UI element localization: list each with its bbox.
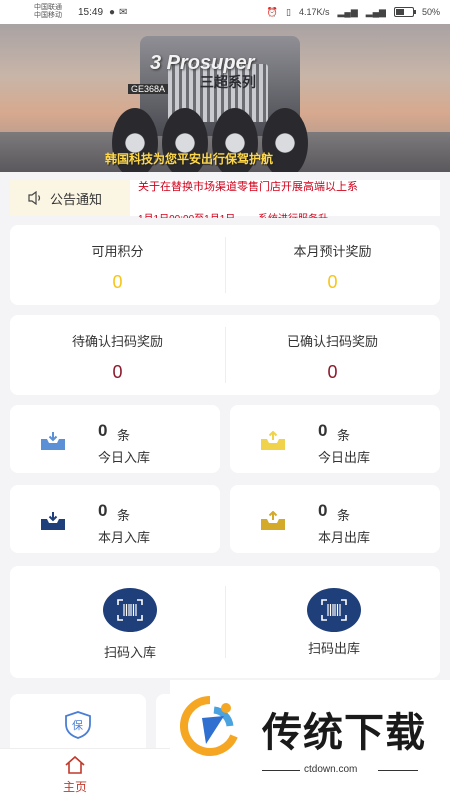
today-out-card[interactable]: 0 条 今日出库: [230, 405, 440, 473]
watermark-url: ctdown.com: [304, 764, 358, 775]
pending-reward[interactable]: 待确认扫码奖励 0: [10, 331, 225, 383]
available-points-label: 可用积分: [91, 244, 144, 259]
month-in-card[interactable]: 0 条 本月入库: [10, 485, 220, 553]
scan-in-label: 扫码入库: [103, 645, 156, 660]
banner-caption: 韩国科技为您平安出行保驾护航: [105, 152, 274, 166]
scan-rewards-card: 待确认扫码奖励 0 已确认扫码奖励 0: [10, 315, 440, 395]
battery-icon: [393, 7, 416, 17]
today-in-label: 今日入库: [98, 450, 151, 465]
month-in-count: 0: [98, 501, 108, 520]
today-out-unit: 条: [337, 428, 351, 443]
barcode-scan-icon: [117, 599, 143, 621]
monthly-reward-value: 0: [327, 272, 338, 292]
tab-home[interactable]: 主页: [50, 755, 100, 795]
status-right: ⏰ ▯ 4.17K/s ▂▄▆ ▂▄▆ 50%: [267, 7, 440, 18]
signal-icon-2: ▂▄▆: [365, 6, 386, 17]
points-card: 可用积分 0 本月预计奖励 0: [10, 225, 440, 305]
pending-reward-label: 待确认扫码奖励: [71, 334, 163, 349]
vibrate-icon: ▯: [286, 6, 291, 17]
alarm-icon: ⏰: [266, 6, 279, 17]
monthly-reward-label: 本月预计奖励: [293, 244, 372, 259]
watermark-title: 传统下载: [262, 711, 426, 755]
promo-banner[interactable]: 3 Prosuper 三超系列 GE368A 韩国科技为您平安出行保驾护航: [0, 24, 450, 172]
battery-level: [395, 9, 404, 15]
monthly-reward[interactable]: 本月预计奖励 0: [225, 241, 440, 293]
status-bar: 中国联通 中国移动 15:49 ● ✉ ⏰ ▯ 4.17K/s ▂▄▆ ▂▄▆ …: [0, 0, 450, 24]
today-in-count: 0: [98, 421, 108, 440]
pending-reward-value: 0: [112, 362, 123, 382]
carrier-info: 中国联通 中国移动: [34, 4, 74, 20]
notice-label: 公告通知: [50, 191, 103, 207]
today-in-unit: 条: [117, 428, 131, 443]
available-points[interactable]: 可用积分 0: [10, 241, 225, 293]
scan-out-button[interactable]: 扫码出库: [284, 588, 384, 657]
tab-home-label: 主页: [62, 780, 87, 794]
notice-text[interactable]: 关于在替换市场渠道零售门店开展高端以上系: [138, 178, 438, 194]
month-in-label: 本月入库: [98, 530, 151, 545]
inbox-in-icon: [41, 432, 65, 450]
available-points-value: 0: [112, 272, 123, 292]
watermark-rule: [262, 770, 300, 771]
notice-bar[interactable]: 公告通知 关于在替换市场渠道零售门店开展高端以上系 1月1日00:00至1月1日…: [10, 178, 440, 218]
notification-icons: ● ✉: [109, 7, 127, 18]
scan-in-button[interactable]: 扫码入库: [80, 588, 180, 661]
carrier-1: 中国联通: [34, 4, 62, 11]
signal-icon: ▂▄▆: [337, 6, 358, 17]
site-watermark: 传统下载 ctdown.com: [170, 680, 450, 784]
inbox-in-icon: [41, 512, 65, 530]
inbox-out-icon: [261, 511, 285, 530]
scan-in-circle: [103, 588, 157, 632]
mail-icon: ✉: [119, 6, 128, 18]
watermark-logo-icon: [180, 696, 238, 756]
clock: 15:49: [78, 6, 104, 18]
confirmed-reward[interactable]: 已确认扫码奖励 0: [225, 331, 440, 383]
carrier-2: 中国移动: [34, 12, 62, 19]
network-speed: 4.17K/s: [298, 7, 330, 17]
inbox-out-icon: [261, 431, 285, 450]
month-out-card[interactable]: 0 条 本月出库: [230, 485, 440, 553]
today-in-card[interactable]: 0 条 今日入库: [10, 405, 220, 473]
notice-text-2[interactable]: 1月1日00:00至1月1日… …系统进行服务升: [138, 210, 438, 218]
notice-label-box: 公告通知: [10, 180, 130, 216]
banner-series: 三超系列: [200, 74, 256, 90]
watermark-rule: [378, 770, 418, 771]
banner-plate: GE368A: [128, 84, 169, 94]
confirmed-reward-value: 0: [327, 362, 338, 382]
scan-out-circle: [307, 588, 361, 632]
speaker-icon: [28, 191, 41, 205]
battery-percent: 50%: [421, 7, 440, 17]
divider: [225, 586, 226, 658]
month-out-label: 本月出库: [318, 530, 371, 545]
svg-text:保: 保: [72, 718, 83, 732]
scan-card: 扫码入库 扫码出库: [10, 566, 440, 678]
month-out-count: 0: [318, 501, 328, 520]
home-icon: [65, 755, 85, 774]
month-out-unit: 条: [337, 508, 351, 523]
barcode-scan-icon: [321, 599, 347, 621]
today-out-label: 今日出库: [318, 450, 371, 465]
message-icon: ●: [109, 6, 116, 18]
warranty-card[interactable]: 保: [10, 694, 146, 754]
confirmed-reward-label: 已确认扫码奖励: [286, 334, 378, 349]
today-out-count: 0: [318, 421, 328, 440]
warranty-shield-icon: 保: [65, 711, 91, 739]
scan-out-label: 扫码出库: [307, 641, 360, 656]
month-in-unit: 条: [117, 508, 131, 523]
